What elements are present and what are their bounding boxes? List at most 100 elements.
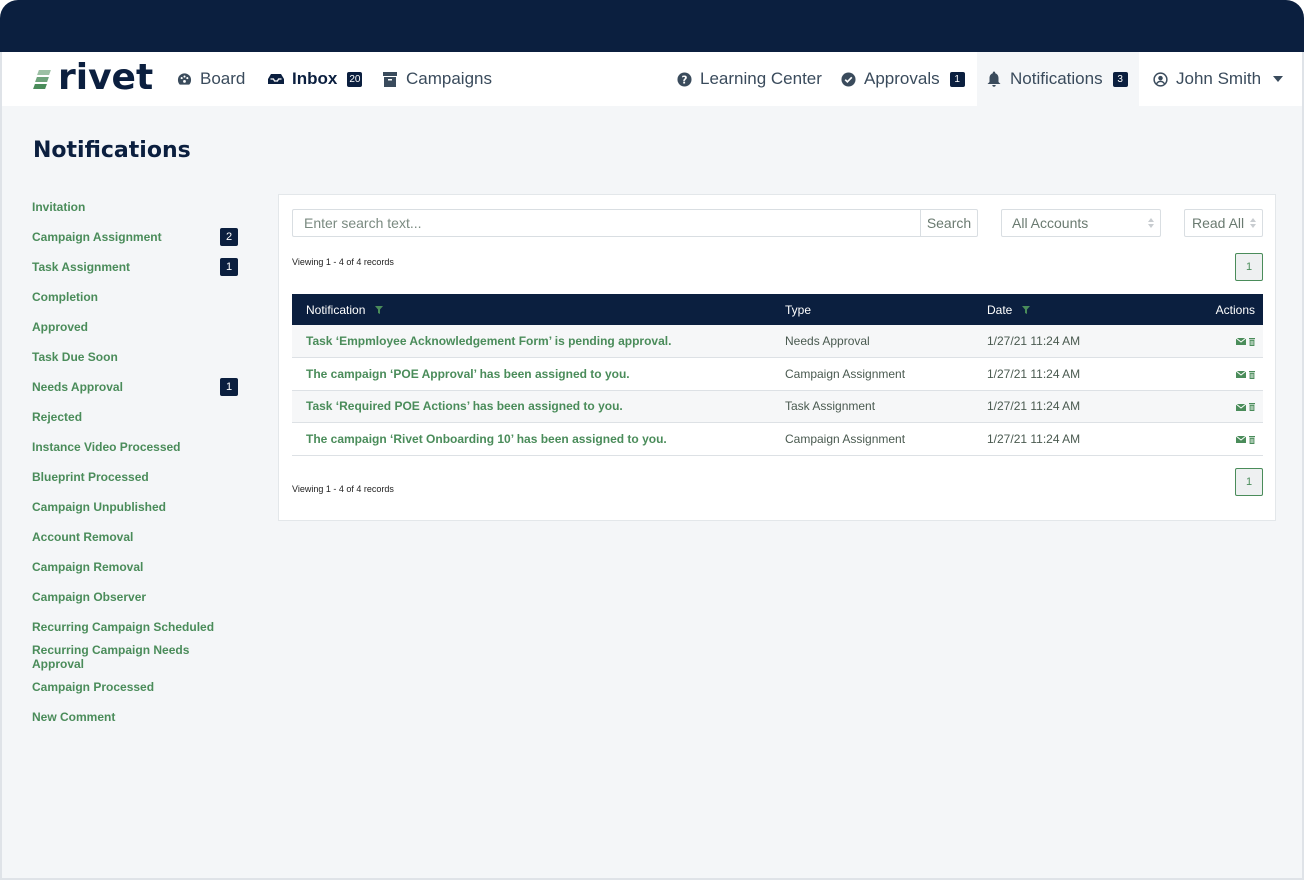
notification-date: 1/27/21 11:24 AM (987, 334, 1081, 348)
rivet-logo[interactable]: rivet (32, 60, 153, 96)
sidebar-item-new-comment[interactable]: New Comment (32, 702, 242, 732)
sidebar-item-invitation[interactable]: Invitation (32, 192, 242, 222)
sidebar-item-label: Needs Approval (32, 380, 123, 394)
sidebar-item-label: Blueprint Processed (32, 470, 149, 484)
notification-type: Campaign Assignment (785, 431, 906, 446)
table-header-row: Notification Type Date Actions (292, 294, 1263, 325)
notification-date: 1/27/21 11:24 AM (987, 431, 1081, 446)
notification-link[interactable]: The campaign ‘Rivet Onboarding 10’ has b… (292, 423, 771, 456)
sidebar-item-task-due-soon[interactable]: Task Due Soon (32, 342, 242, 372)
sidebar-item-label: Instance Video Processed (32, 440, 181, 454)
sidebar-item-label: Account Removal (32, 530, 134, 544)
page-1-button-bottom[interactable]: 1 (1235, 468, 1263, 496)
column-label: Type (785, 302, 812, 317)
user-name: John Smith (1176, 69, 1262, 88)
page-1-button-top[interactable]: 1 (1235, 253, 1263, 281)
row-actions (1173, 325, 1263, 358)
search-group: Search (292, 209, 978, 237)
filter-icon[interactable] (374, 306, 383, 315)
trash-icon[interactable] (1249, 370, 1255, 379)
search-button[interactable]: Search (920, 209, 978, 237)
sidebar-item-recurring-campaign-scheduled[interactable]: Recurring Campaign Scheduled (32, 612, 242, 642)
envelope-icon[interactable] (1235, 403, 1246, 411)
chevron-down-icon (1273, 76, 1284, 82)
nav-learning-center[interactable]: ? Learning Center (676, 52, 822, 106)
column-label: Date (987, 302, 1013, 317)
nav-learning-center-label: Learning Center (700, 69, 822, 88)
sidebar-item-label: Campaign Assignment (32, 230, 162, 244)
question-circle-icon: ? (676, 71, 692, 87)
column-header-notification[interactable]: Notification (292, 294, 771, 325)
sidebar-item-label: New Comment (32, 710, 116, 724)
search-input[interactable] (292, 209, 920, 237)
sidebar-item-blueprint-processed[interactable]: Blueprint Processed (32, 462, 242, 492)
inbox-count-badge: 20 (347, 71, 363, 87)
logo-mark-icon (32, 67, 52, 89)
bell-icon (986, 71, 1002, 87)
sidebar-item-label: Task Assignment (32, 260, 131, 274)
filter-icon[interactable] (1021, 306, 1030, 315)
column-label: Notification (306, 302, 366, 317)
envelope-icon[interactable] (1235, 338, 1246, 346)
notifications-table: Notification Type Date Actions Task ‘Emp… (292, 294, 1263, 456)
nav-inbox[interactable]: Inbox 20 (268, 52, 363, 106)
column-header-type[interactable]: Type (771, 294, 973, 325)
sidebar-item-label: Recurring Campaign Scheduled (32, 620, 215, 634)
table-row: Task ‘Required POE Actions’ has been ass… (292, 390, 1263, 423)
archive-icon (382, 71, 398, 87)
sidebar-item-label: Campaign Processed (32, 680, 155, 694)
sidebar-item-task-assignment[interactable]: Task Assignment 1 (32, 252, 242, 282)
nav-approvals[interactable]: Approvals 1 (840, 52, 965, 106)
notification-link[interactable]: Task ‘Required POE Actions’ has been ass… (292, 390, 771, 423)
row-actions (1173, 423, 1263, 456)
count-badge: 2 (220, 228, 238, 246)
notification-link[interactable]: Task ‘Empmloyee Acknowledgement Form’ is… (292, 325, 771, 358)
nav-campaigns-label: Campaigns (406, 69, 492, 88)
sidebar-item-campaign-processed[interactable]: Campaign Processed (32, 672, 242, 702)
sidebar-item-label: Approved (32, 320, 89, 334)
sidebar-item-campaign-removal[interactable]: Campaign Removal (32, 552, 242, 582)
sidebar-item-approved[interactable]: Approved (32, 312, 242, 342)
sidebar-item-campaign-assignment[interactable]: Campaign Assignment 2 (32, 222, 242, 252)
notifications-panel: Search All Accounts Read All Viewing 1 -… (278, 194, 1276, 521)
sidebar-item-label: Recurring Campaign Needs Approval (32, 643, 190, 671)
trash-icon[interactable] (1249, 403, 1255, 412)
sidebar-item-label: Invitation (32, 200, 86, 214)
column-header-date[interactable]: Date (973, 294, 1173, 325)
logo-text: rivet (58, 57, 154, 98)
nav-board[interactable]: Board (176, 52, 245, 106)
read-filter-select[interactable]: Read All (1184, 209, 1263, 237)
sidebar-item-completion[interactable]: Completion (32, 282, 242, 312)
check-circle-icon (840, 71, 856, 87)
sidebar-item-instance-video-processed[interactable]: Instance Video Processed (32, 432, 242, 462)
table-row: The campaign ‘Rivet Onboarding 10’ has b… (292, 423, 1263, 456)
sidebar-item-needs-approval[interactable]: Needs Approval 1 (32, 372, 242, 402)
sidebar-item-campaign-observer[interactable]: Campaign Observer (32, 582, 242, 612)
sidebar-item-recurring-campaign-needs-approval[interactable]: Recurring Campaign Needs Approval (32, 642, 242, 672)
notification-link[interactable]: The campaign ‘POE Approval’ has been ass… (292, 358, 771, 391)
count-badge: 1 (220, 258, 238, 276)
records-summary-top: Viewing 1 - 4 of 4 records (292, 257, 394, 267)
select-arrows-icon (1148, 218, 1154, 228)
envelope-icon[interactable] (1235, 436, 1246, 444)
nav-notifications[interactable]: Notifications 3 (977, 52, 1139, 106)
nav-campaigns[interactable]: Campaigns (382, 52, 492, 106)
user-menu[interactable]: John Smith (1152, 52, 1284, 106)
envelope-icon[interactable] (1235, 371, 1246, 379)
sidebar-item-label: Campaign Unpublished (32, 500, 167, 514)
page-title: Notifications (33, 138, 191, 163)
notification-date: 1/27/21 11:24 AM (987, 366, 1081, 381)
sidebar-item-label: Campaign Removal (32, 560, 144, 574)
accounts-select[interactable]: All Accounts (1001, 209, 1161, 237)
records-summary-bottom: Viewing 1 - 4 of 4 records (292, 484, 394, 494)
sidebar-item-rejected[interactable]: Rejected (32, 402, 242, 432)
trash-icon[interactable] (1249, 337, 1255, 346)
sidebar-item-account-removal[interactable]: Account Removal (32, 522, 242, 552)
trash-icon[interactable] (1249, 435, 1255, 444)
nav-inbox-label: Inbox (292, 69, 338, 88)
sidebar-item-campaign-unpublished[interactable]: Campaign Unpublished (32, 492, 242, 522)
notification-type-sidebar: Invitation Campaign Assignment 2 Task Ass… (32, 192, 242, 732)
column-label: Actions (1215, 302, 1255, 317)
top-navigation: rivet Board Inbox 20 Campaigns ? Learnin… (2, 52, 1302, 106)
svg-text:?: ? (681, 74, 687, 86)
